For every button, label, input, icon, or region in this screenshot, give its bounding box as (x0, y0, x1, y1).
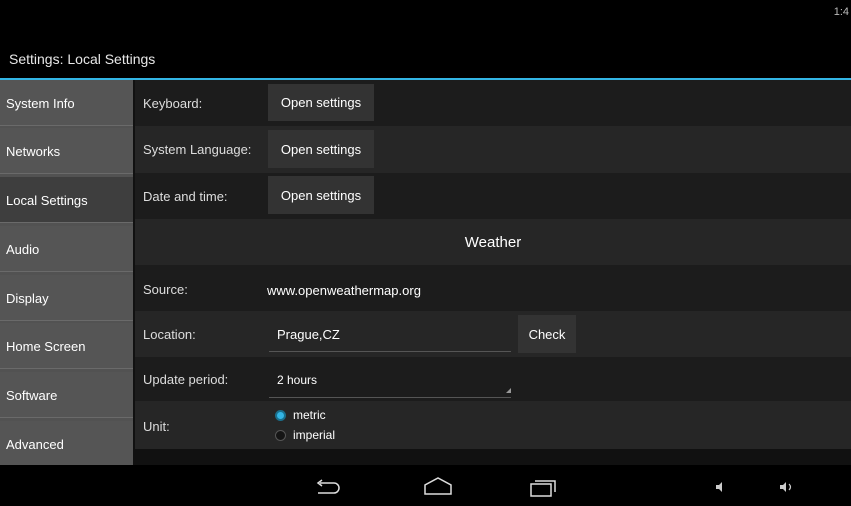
update-period-underline (269, 397, 511, 398)
update-period-row: Update period: 2 hours (135, 357, 851, 401)
sidebar-item-display[interactable]: Display (0, 275, 133, 321)
page-title: Settings: Local Settings (9, 51, 156, 67)
settings-panel: Keyboard: Open settings System Language:… (135, 80, 851, 465)
sidebar-item-system-info[interactable]: System Info (0, 80, 133, 126)
unit-row: Unit: metric imperial (135, 401, 851, 449)
content-area: System Info Networks Local Settings Audi… (0, 80, 851, 473)
title-bar: Settings: Local Settings (0, 28, 851, 80)
sidebar-item-home-screen[interactable]: Home Screen (0, 323, 133, 369)
keyboard-open-settings-button[interactable]: Open settings (268, 84, 374, 121)
home-icon[interactable] (423, 476, 453, 496)
location-input-underline (269, 351, 511, 352)
datetime-row: Date and time: Open settings (135, 173, 851, 219)
sidebar-item-networks[interactable]: Networks (0, 128, 133, 174)
source-label: Source: (143, 282, 188, 297)
update-period-select[interactable]: 2 hours (277, 373, 317, 387)
sidebar-item-local-settings[interactable]: Local Settings (0, 177, 133, 223)
metric-radio[interactable] (275, 410, 286, 421)
keyboard-label: Keyboard: (143, 96, 203, 111)
volume-up-icon[interactable] (779, 481, 795, 493)
status-bar: 1:4 (0, 0, 851, 28)
sidebar-item-advanced[interactable]: Advanced (0, 421, 133, 467)
imperial-radio-label[interactable]: imperial (293, 428, 335, 442)
back-icon[interactable] (314, 479, 342, 495)
source-value: www.openweathermap.org (267, 283, 421, 298)
sidebar-item-audio[interactable]: Audio (0, 226, 133, 272)
language-row: System Language: Open settings (135, 126, 851, 173)
location-row: Location: Prague,CZ Check (135, 311, 851, 357)
volume-down-icon[interactable] (714, 481, 726, 493)
imperial-radio[interactable] (275, 430, 286, 441)
location-input[interactable]: Prague,CZ (277, 327, 340, 342)
language-open-settings-button[interactable]: Open settings (268, 130, 374, 168)
update-period-label: Update period: (143, 372, 229, 387)
language-label: System Language: (143, 142, 252, 157)
unit-label: Unit: (143, 419, 170, 434)
recent-apps-icon[interactable] (529, 479, 557, 497)
check-button[interactable]: Check (518, 315, 576, 353)
keyboard-row: Keyboard: Open settings (135, 80, 851, 126)
datetime-open-settings-button[interactable]: Open settings (268, 176, 374, 214)
location-label: Location: (143, 327, 196, 342)
clock: 1:4 (833, 6, 849, 18)
sidebar: System Info Networks Local Settings Audi… (0, 80, 133, 473)
dropdown-arrow-icon (506, 388, 511, 393)
weather-header-row: Weather (135, 219, 851, 265)
source-row: Source: www.openweathermap.org (135, 265, 851, 311)
sidebar-item-software[interactable]: Software (0, 372, 133, 418)
weather-header: Weather (464, 234, 522, 251)
nav-bar (0, 465, 851, 506)
datetime-label: Date and time: (143, 189, 228, 204)
metric-radio-label[interactable]: metric (293, 408, 326, 422)
